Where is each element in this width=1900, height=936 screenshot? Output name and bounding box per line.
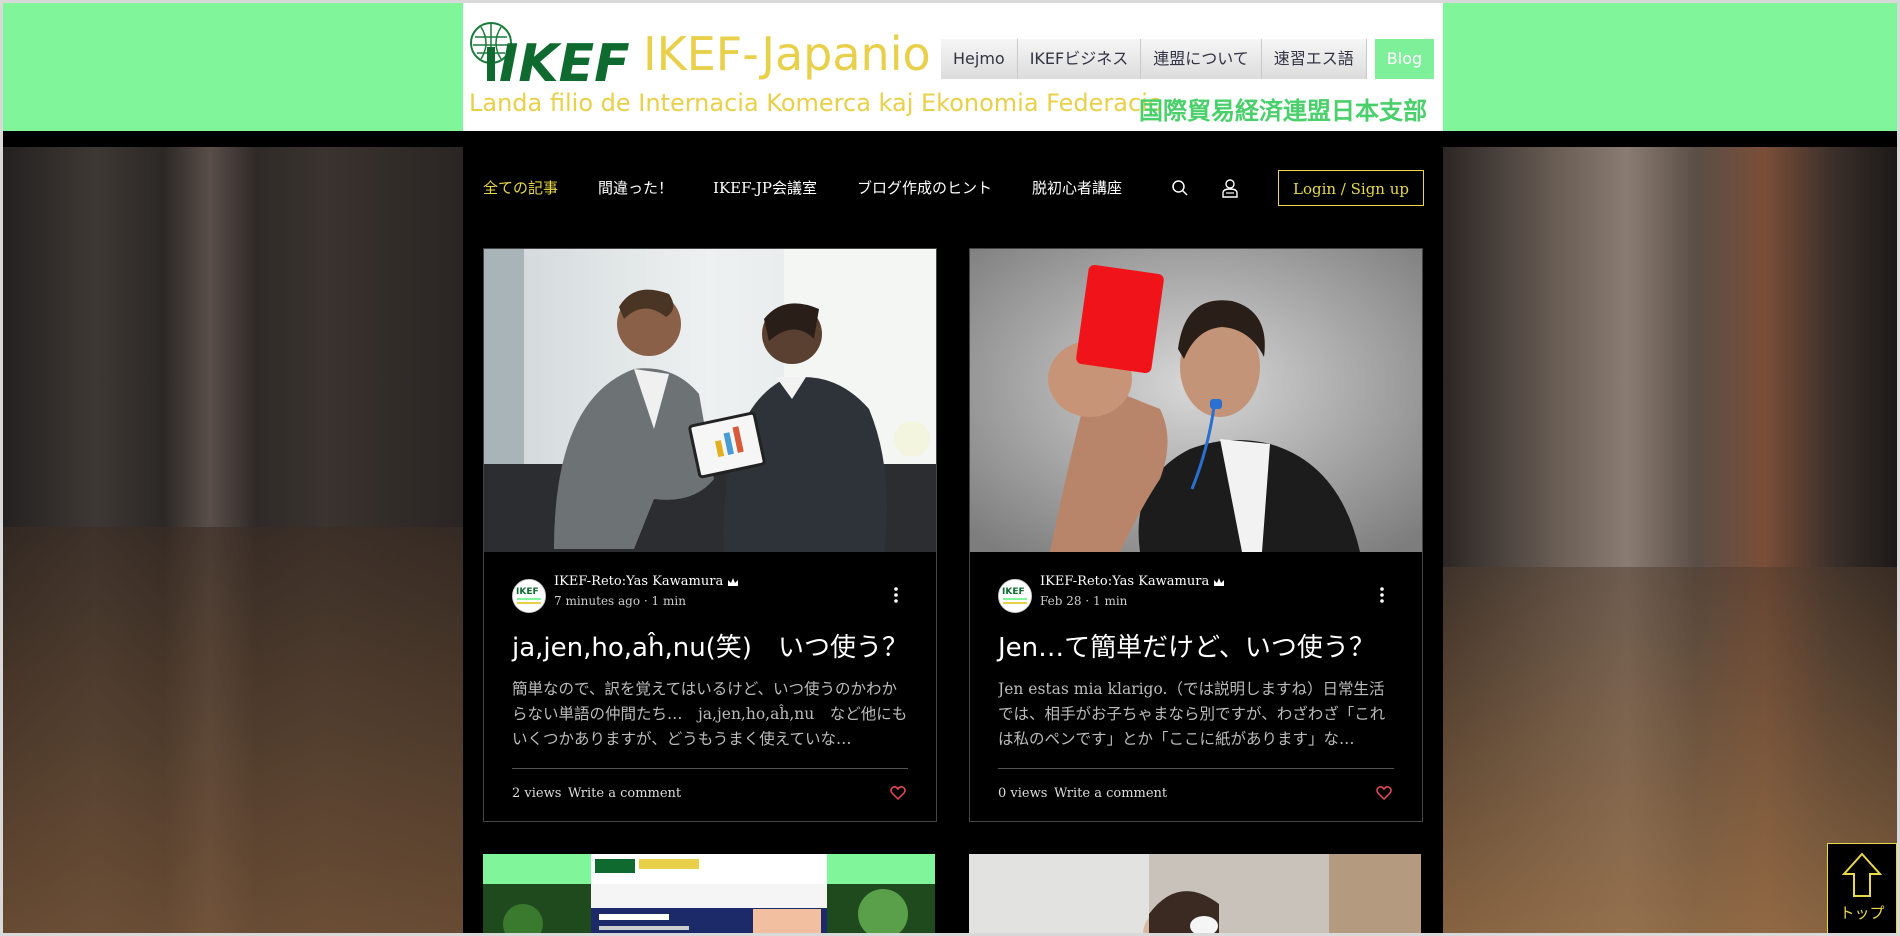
search-icon[interactable] xyxy=(1171,179,1189,197)
blog-feed: 全ての記事 間違った！ IKEF-JP会議室 ブログ作成のヒント 脱初心者講座 … xyxy=(463,147,1443,936)
category-nav: 全ての記事 間違った！ IKEF-JP会議室 ブログ作成のヒント 脱初心者講座 xyxy=(483,177,1122,198)
post-cover-image[interactable] xyxy=(484,249,936,552)
svg-text:IKEF: IKEF xyxy=(1002,587,1025,597)
post-card[interactable]: IKEF IKEF-Reto:Yas Kawamura Feb 28 · 1 m… xyxy=(969,248,1423,822)
post-cover-image[interactable] xyxy=(483,854,935,936)
post-author[interactable]: IKEF-Reto:Yas Kawamura xyxy=(1040,574,1225,589)
login-signup-button[interactable]: Login / Sign up xyxy=(1278,170,1424,206)
tagline-japanese: 国際貿易経済連盟日本支部 xyxy=(1139,96,1427,125)
like-heart-icon[interactable] xyxy=(1376,785,1392,800)
nav-item-home[interactable]: Hejmo xyxy=(941,39,1018,79)
admin-crown-icon xyxy=(728,577,739,586)
post-author-name[interactable]: IKEF-Reto:Yas Kawamura xyxy=(554,574,723,589)
write-comment-link[interactable]: Write a comment xyxy=(1054,786,1167,801)
arrow-up-icon xyxy=(1842,852,1882,897)
author-avatar[interactable]: IKEF xyxy=(512,579,546,613)
more-actions-icon[interactable] xyxy=(894,587,898,603)
post-title[interactable]: ja,jen,ho,aĥ,nu(笑) いつ使う？ xyxy=(512,627,912,664)
category-meeting-room[interactable]: IKEF-JP会議室 xyxy=(713,177,817,198)
category-all[interactable]: 全ての記事 xyxy=(483,177,558,198)
post-author-name[interactable]: IKEF-Reto:Yas Kawamura xyxy=(1040,574,1209,589)
tagline-esperanto: Landa filio de Internacia Komerca kaj Ek… xyxy=(469,89,1163,117)
page-frame: IKEF IKEF-Japanio Landa filio de Interna… xyxy=(0,0,1900,936)
nav-item-about[interactable]: 連盟について xyxy=(1141,39,1262,79)
more-actions-icon[interactable] xyxy=(1380,587,1384,603)
category-blog-tips[interactable]: ブログ作成のヒント xyxy=(857,177,992,198)
scroll-to-top-button[interactable]: トップ xyxy=(1827,843,1897,933)
post-title[interactable]: Jen…て簡単だけど、いつ使う？ xyxy=(998,627,1398,664)
like-heart-icon[interactable] xyxy=(890,785,906,800)
category-mistakes[interactable]: 間違った！ xyxy=(598,177,673,198)
post-card[interactable]: IKEF IKEF-Reto:Yas Kawamura 7 minutes ag… xyxy=(483,248,937,822)
member-icon[interactable] xyxy=(1221,178,1239,198)
scroll-to-top-label: トップ xyxy=(1839,904,1885,922)
post-read-time: 1 min xyxy=(1093,594,1128,608)
post-time: 7 minutes ago xyxy=(554,594,641,608)
post-views: 0 views xyxy=(998,786,1048,801)
post-meta: Feb 28 · 1 min xyxy=(1040,594,1128,608)
post-views: 2 views xyxy=(512,786,562,801)
nav-item-esperanto[interactable]: 速習エス語 xyxy=(1261,39,1367,79)
card-divider xyxy=(512,768,908,769)
nav-item-business[interactable]: IKEFビジネス xyxy=(1017,39,1142,79)
author-avatar[interactable]: IKEF xyxy=(998,579,1032,613)
post-excerpt[interactable]: 簡単なので、訳を覚えてはいるけど、いつ使うのかわからない単語の仲間たち… ja,… xyxy=(512,677,912,753)
site-name: IKEF-Japanio xyxy=(643,27,931,81)
post-meta: 7 minutes ago · 1 min xyxy=(554,594,686,608)
post-author[interactable]: IKEF-Reto:Yas Kawamura xyxy=(554,574,739,589)
post-excerpt[interactable]: Jen estas mia klarigo.（では説明しますね）日常生活では、相… xyxy=(998,677,1398,753)
write-comment-link[interactable]: Write a comment xyxy=(568,786,681,801)
logo-wordmark: IKEF xyxy=(499,34,630,89)
admin-crown-icon xyxy=(1214,577,1225,586)
post-cover-image[interactable] xyxy=(970,249,1422,552)
post-time: Feb 28 xyxy=(1040,594,1082,608)
post-cover-image[interactable] xyxy=(969,854,1421,936)
category-beginner-course[interactable]: 脱初心者講座 xyxy=(1032,177,1122,198)
top-nav: Hejmo IKEFビジネス 連盟について 速習エス語 Blog xyxy=(941,39,1435,81)
nav-item-blog[interactable]: Blog xyxy=(1374,39,1435,79)
header-divider xyxy=(3,131,1897,147)
card-divider xyxy=(998,768,1394,769)
post-card[interactable] xyxy=(483,854,937,936)
svg-text:IKEF: IKEF xyxy=(516,587,539,597)
ikef-logo[interactable]: IKEF xyxy=(469,17,639,89)
background-left-floor xyxy=(3,527,463,933)
post-read-time: 1 min xyxy=(651,594,686,608)
post-card[interactable] xyxy=(969,854,1423,936)
